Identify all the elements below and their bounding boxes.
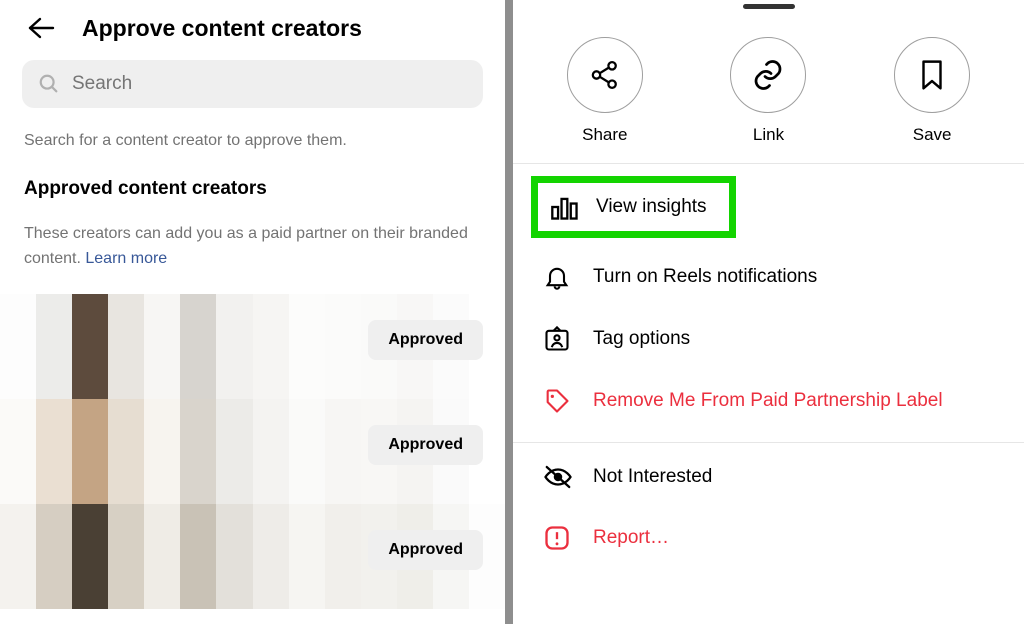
report-label: Report… xyxy=(593,527,669,549)
approved-description: These creators can add you as a paid par… xyxy=(0,200,505,272)
approved-status-button[interactable]: Approved xyxy=(368,320,483,360)
share-icon xyxy=(588,58,622,92)
search-hint: Search for a content creator to approve … xyxy=(0,130,505,152)
price-tag-icon xyxy=(543,387,579,415)
search-field[interactable] xyxy=(22,60,483,108)
post-options-sheet: Share Link Save View insights Turn o xyxy=(513,0,1024,624)
report-item[interactable]: Report… xyxy=(513,507,1024,569)
creator-row: Approved xyxy=(0,504,505,609)
not-interested-label: Not Interested xyxy=(593,466,712,488)
view-insights-label: View insights xyxy=(596,196,707,218)
link-icon xyxy=(750,57,786,93)
reels-notifications-item[interactable]: Turn on Reels notifications xyxy=(513,246,1024,308)
approved-status-button[interactable]: Approved xyxy=(368,530,483,570)
save-action[interactable]: Save xyxy=(894,37,970,145)
bookmark-icon xyxy=(917,58,947,92)
arrow-left-icon xyxy=(26,16,56,40)
approve-creators-screen: Approve content creators Search for a co… xyxy=(0,0,505,624)
view-insights-item[interactable]: View insights xyxy=(531,176,736,238)
approved-status-button[interactable]: Approved xyxy=(368,425,483,465)
menu-divider xyxy=(513,442,1024,443)
page-title: Approve content creators xyxy=(82,15,362,42)
search-icon xyxy=(38,73,60,95)
tag-options-label: Tag options xyxy=(593,328,690,350)
link-label: Link xyxy=(753,125,784,145)
sheet-drag-handle[interactable] xyxy=(513,0,1024,9)
share-label: Share xyxy=(582,125,627,145)
back-button[interactable] xyxy=(24,14,58,42)
remove-partnership-item[interactable]: Remove Me From Paid Partnership Label xyxy=(513,370,1024,432)
bell-icon xyxy=(543,263,579,291)
creator-list: Approved Approved Approved xyxy=(0,294,505,609)
share-action[interactable]: Share xyxy=(567,37,643,145)
approved-heading: Approved content creators xyxy=(0,152,505,200)
tag-options-item[interactable]: Tag options xyxy=(513,308,1024,370)
creator-row: Approved xyxy=(0,399,505,504)
options-menu: View insights Turn on Reels notification… xyxy=(513,164,1024,569)
eye-off-icon xyxy=(543,464,579,490)
header: Approve content creators xyxy=(0,0,505,60)
search-input[interactable] xyxy=(72,73,467,95)
reels-notifications-label: Turn on Reels notifications xyxy=(593,266,817,288)
remove-partnership-label: Remove Me From Paid Partnership Label xyxy=(593,390,943,412)
learn-more-link[interactable]: Learn more xyxy=(85,250,167,267)
creator-row: Approved xyxy=(0,294,505,399)
link-action[interactable]: Link xyxy=(730,37,806,145)
save-label: Save xyxy=(913,125,952,145)
tag-person-icon xyxy=(543,325,579,353)
report-icon xyxy=(543,524,579,552)
top-actions: Share Link Save xyxy=(513,9,1024,164)
not-interested-item[interactable]: Not Interested xyxy=(513,447,1024,507)
insights-icon xyxy=(550,193,586,221)
